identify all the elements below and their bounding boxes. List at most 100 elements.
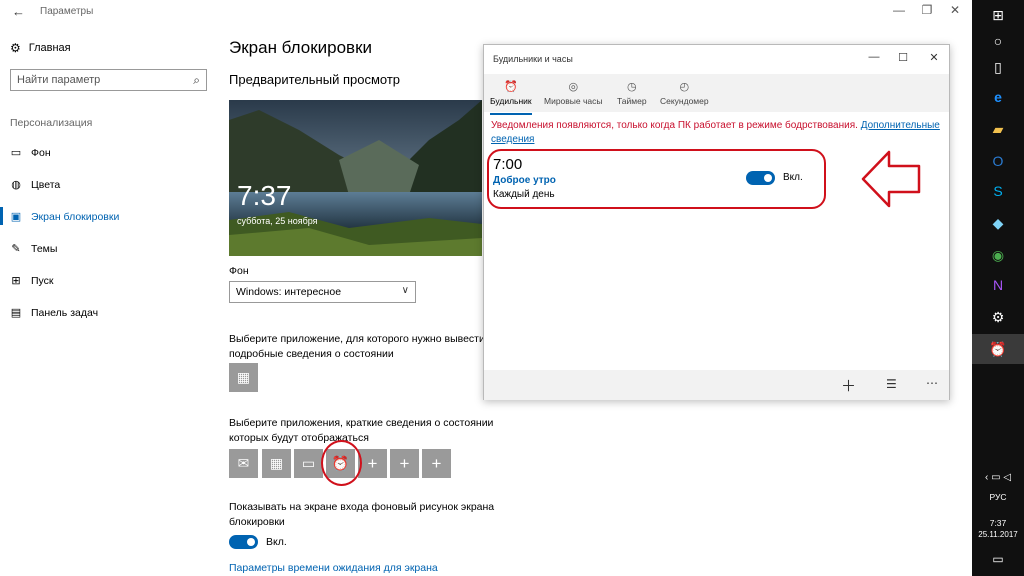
- select-alarms-icon[interactable]: ☰: [886, 377, 897, 391]
- calendar-icon: ▦: [236, 369, 251, 385]
- home-nav-item[interactable]: ⚙ Главная: [10, 41, 71, 55]
- notice-text: Уведомления появляются, только когда ПК …: [491, 120, 858, 131]
- sidebar-item-label: Цвета: [31, 178, 61, 191]
- home-gear-icon: ⚙: [10, 41, 21, 55]
- background-dropdown[interactable]: Windows: интересное ∨: [229, 281, 416, 303]
- alarms-taskbar-icon[interactable]: ⏰: [972, 334, 1024, 364]
- sidebar-item-background[interactable]: ▭ Фон: [10, 146, 51, 160]
- edge-icon[interactable]: e: [972, 82, 1024, 112]
- tab-stopwatch[interactable]: ◴ Секундомер: [660, 80, 709, 106]
- back-arrow-icon[interactable]: ←: [12, 4, 25, 19]
- add-app-button[interactable]: +: [358, 449, 387, 478]
- sidebar-item-label: Экран блокировки: [31, 210, 120, 223]
- toggle-label: Вкл.: [266, 536, 287, 548]
- taskbar-time[interactable]: 7:37: [972, 518, 1024, 528]
- tab-world-clock[interactable]: ◎ Мировые часы: [544, 80, 603, 106]
- language-indicator[interactable]: РУС: [972, 492, 1024, 502]
- preview-title: Предварительный просмотр: [229, 72, 401, 87]
- calendar-quick-tile[interactable]: ▦: [262, 449, 291, 478]
- background-dropdown-value: Windows: интересное: [236, 286, 342, 298]
- lock-screen-icon: ▣: [10, 211, 22, 223]
- plus-icon: +: [367, 453, 378, 473]
- globe-icon: ◎: [568, 81, 579, 93]
- sidebar-item-start[interactable]: ⊞ Пуск: [10, 274, 54, 288]
- add-app-button[interactable]: +: [422, 449, 451, 478]
- sidebar-item-label: Панель задач: [31, 306, 99, 319]
- signin-background-toggle[interactable]: [229, 535, 258, 549]
- sidebar-item-label: Пуск: [31, 274, 54, 287]
- alarm-clock-icon: ⏰: [503, 81, 518, 93]
- tab-timer[interactable]: ◷ Таймер: [617, 80, 647, 106]
- landscape-image: [229, 100, 482, 256]
- mail-icon: ✉: [237, 455, 250, 471]
- add-alarm-button[interactable]: ＋: [841, 375, 856, 396]
- annotation-circle: [321, 440, 362, 486]
- annotation-box: [487, 149, 826, 209]
- notification-warning: Уведомления появляются, только когда ПК …: [491, 119, 946, 147]
- calendar-app-tile[interactable]: ▦: [229, 363, 258, 392]
- tab-alarm[interactable]: ⏰ Будильник: [490, 80, 532, 115]
- chat-bubble-icon: ▭: [301, 455, 316, 471]
- search-icon: ⌕: [193, 73, 200, 87]
- maximize-icon[interactable]: ☐: [895, 51, 911, 64]
- sidebar-item-taskbar[interactable]: ▤ Панель задач: [10, 306, 99, 320]
- start-icon: ⊞: [11, 275, 21, 287]
- outlook-icon[interactable]: O: [972, 146, 1024, 176]
- preview-date: суббота, 25 ноября: [237, 216, 318, 226]
- timer-icon: ◷: [626, 81, 637, 93]
- sidebar-item-lock-screen[interactable]: ▣ Экран блокировки: [0, 207, 120, 225]
- tab-label: Будильник: [490, 96, 532, 106]
- sidebar-item-themes[interactable]: ✎ Темы: [10, 242, 58, 256]
- settings-gear-icon[interactable]: ⚙: [972, 302, 1024, 332]
- search-placeholder: Найти параметр: [17, 74, 101, 86]
- sidebar-item-label: Фон: [31, 146, 51, 159]
- add-app-button[interactable]: +: [390, 449, 419, 478]
- palette-icon: ◍: [11, 179, 21, 191]
- sidebar-item-label: Темы: [31, 242, 58, 255]
- tab-label: Мировые часы: [544, 96, 603, 106]
- chevron-up-icon[interactable]: ‹ ▭ ◁: [972, 472, 1024, 483]
- quick-status-text: Выберите приложения, краткие сведения о …: [229, 417, 494, 444]
- taskbar: ⊞ ○ ▯ e ▰ O S ◆ ◉ N ⚙ ⏰ ‹ ▭ ◁ РУС 7:37 2…: [972, 0, 1024, 576]
- screen-timeout-link[interactable]: Параметры времени ожидания для экрана: [229, 562, 438, 574]
- plus-icon: +: [431, 453, 442, 473]
- alarms-bottom-bar: ＋ ☰ ⋯: [484, 370, 949, 400]
- close-icon[interactable]: ✕: [945, 3, 965, 17]
- stopwatch-icon: ◴: [679, 81, 690, 93]
- restore-icon[interactable]: ❐: [917, 3, 937, 17]
- sidebar-item-colors[interactable]: ◍ Цвета: [10, 178, 61, 192]
- taskbar-icon: ▤: [10, 307, 22, 319]
- home-label: Главная: [28, 42, 71, 54]
- minimize-icon[interactable]: —: [889, 3, 909, 17]
- app-icon[interactable]: ◆: [972, 208, 1024, 238]
- alarms-window-title: Будильники и часы: [493, 54, 573, 64]
- alarms-window: Будильники и часы — ☐ ✕ ⏰ Будильник ◎ Ми…: [483, 44, 950, 400]
- picture-icon: ▭: [10, 147, 22, 159]
- section-label: Персонализация: [10, 117, 93, 129]
- skype-icon[interactable]: S: [972, 176, 1024, 206]
- detailed-status-text: Выберите приложение, для которого нужно …: [229, 333, 485, 360]
- lock-screen-preview: 7:37 суббота, 25 ноября: [229, 100, 482, 256]
- preview-clock: 7:37: [237, 180, 292, 211]
- calendar-icon: ▦: [269, 455, 284, 471]
- signin-background-text: Показывать на экране входа фоновый рисун…: [229, 501, 495, 528]
- close-icon[interactable]: ✕: [926, 51, 942, 64]
- task-view-icon[interactable]: ▯: [972, 52, 1024, 82]
- plus-icon: +: [399, 453, 410, 473]
- file-explorer-icon[interactable]: ▰: [972, 114, 1024, 144]
- more-options-icon[interactable]: ⋯: [926, 376, 938, 390]
- messaging-app-tile[interactable]: ▭: [294, 449, 323, 478]
- mail-app-tile[interactable]: ✉: [229, 449, 258, 478]
- taskbar-date[interactable]: 25.11.2017: [972, 530, 1024, 539]
- notification-center-icon[interactable]: ▭: [972, 544, 1024, 574]
- tab-label: Таймер: [617, 96, 647, 106]
- chevron-down-icon: ∨: [401, 285, 409, 296]
- window-title: Параметры: [40, 6, 94, 17]
- chrome-icon[interactable]: ◉: [972, 240, 1024, 270]
- alarms-tabbar: ⏰ Будильник ◎ Мировые часы ◷ Таймер ◴ Се…: [484, 74, 949, 115]
- search-input[interactable]: Найти параметр ⌕: [10, 69, 207, 91]
- page-title: Экран блокировки: [229, 38, 373, 57]
- onenote-icon[interactable]: N: [972, 270, 1024, 300]
- minimize-icon[interactable]: —: [866, 51, 882, 63]
- annotation-arrow: [861, 150, 921, 208]
